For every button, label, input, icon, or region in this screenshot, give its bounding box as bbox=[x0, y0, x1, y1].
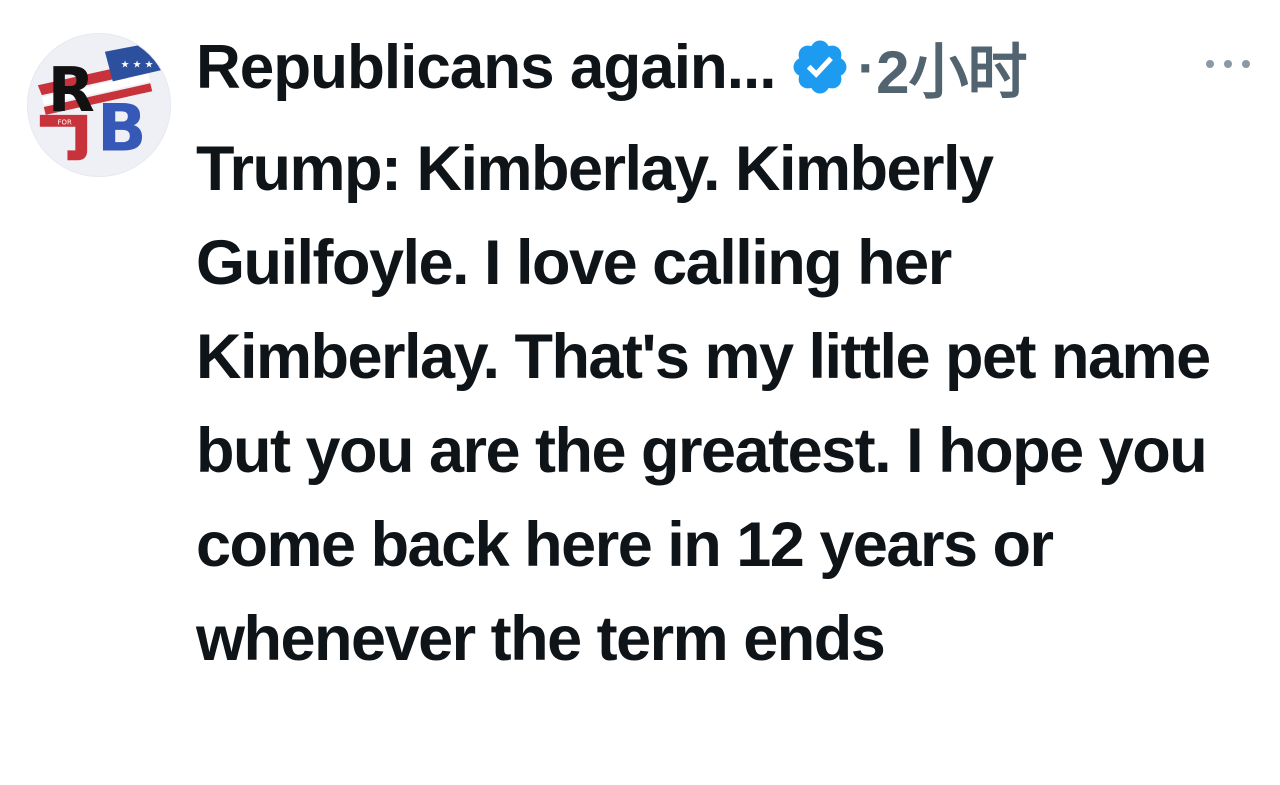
more-dot bbox=[1242, 60, 1250, 68]
more-dot bbox=[1224, 60, 1232, 68]
separator-dot: · bbox=[857, 35, 877, 99]
rb-logo-avatar-icon: ★ ★ ★ B FOR R bbox=[28, 34, 170, 176]
svg-text:★ ★ ★: ★ ★ ★ bbox=[121, 60, 154, 71]
author-avatar[interactable]: ★ ★ ★ B FOR R bbox=[27, 33, 171, 177]
more-horizontal-icon[interactable] bbox=[1206, 54, 1250, 74]
author-display-name[interactable]: Republicans again... bbox=[196, 32, 776, 103]
svg-text:B: B bbox=[97, 91, 147, 166]
tweet-timestamp[interactable]: 2小时 bbox=[876, 24, 1027, 111]
tweet-card[interactable]: ★ ★ ★ B FOR R Republicans again... · 2小时… bbox=[0, 0, 1280, 785]
tweet-text: Trump: Kimberlay. Kimberly Guilfoyle. I … bbox=[196, 134, 1211, 674]
more-dot bbox=[1206, 60, 1214, 68]
verified-badge-icon[interactable] bbox=[789, 36, 851, 98]
svg-text:R: R bbox=[48, 55, 95, 126]
tweet-header: Republicans again... · 2小时 bbox=[196, 30, 1028, 106]
